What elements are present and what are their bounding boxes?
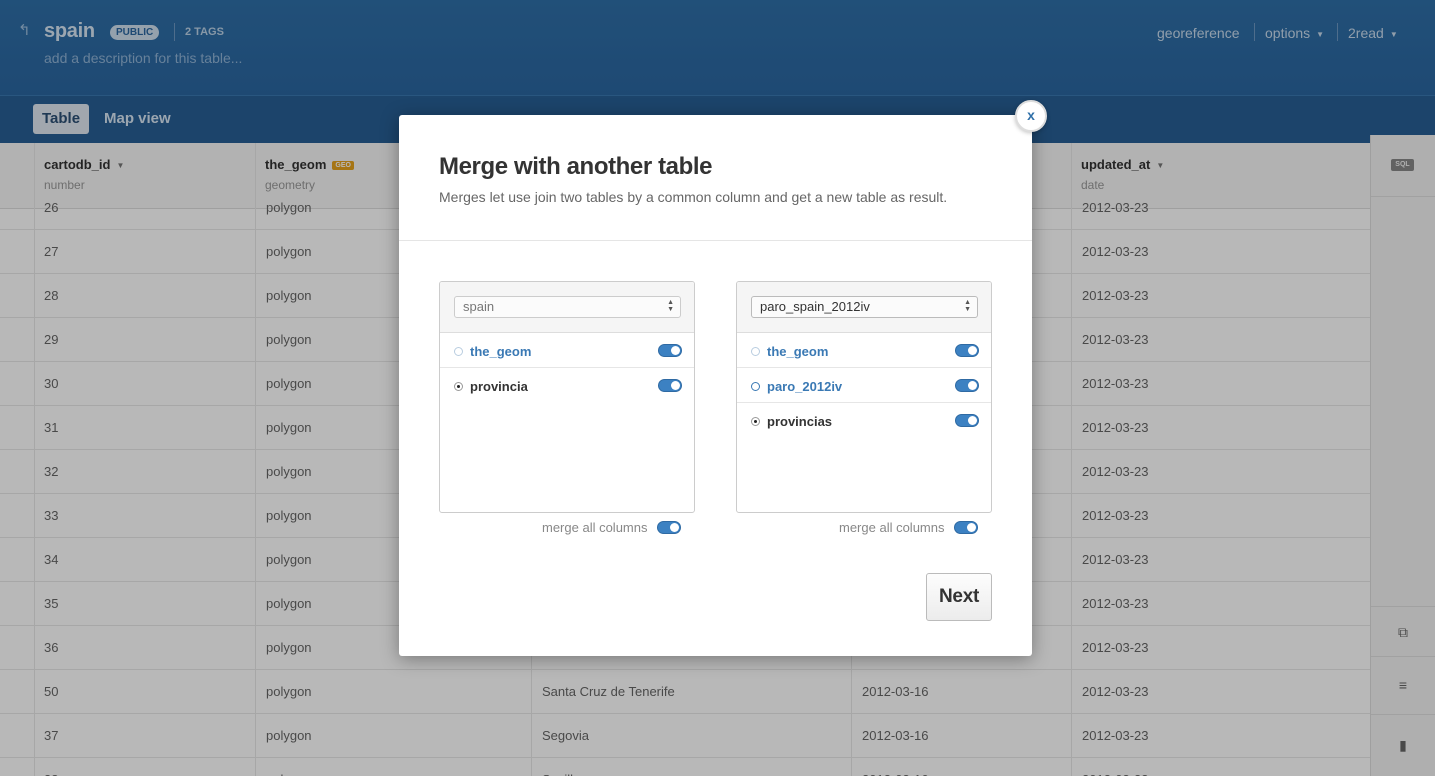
select-arrows-icon: ▲ ▼ <box>964 299 971 313</box>
column-toggle[interactable] <box>955 414 979 427</box>
column-name: provincias <box>767 414 833 429</box>
next-button[interactable]: Next <box>926 573 992 621</box>
column-row[interactable]: the_geom <box>737 333 991 368</box>
selected-table-label: paro_spain_2012iv <box>760 299 870 314</box>
left-table-panel: spain ▲ ▼ the_geom provincia <box>439 281 695 513</box>
merge-all-columns-label: merge all columns <box>839 520 945 535</box>
merge-all-columns-label: merge all columns <box>542 520 648 535</box>
dialog-title: Merge with another table <box>439 153 713 180</box>
close-dialog-button[interactable]: x <box>1015 100 1047 132</box>
column-toggle[interactable] <box>955 344 979 357</box>
right-table-panel: paro_spain_2012iv ▲ ▼ the_geom paro_2012i… <box>736 281 992 513</box>
column-name: the_geom <box>470 344 532 359</box>
right-table-select[interactable]: paro_spain_2012iv ▲ ▼ <box>751 296 978 318</box>
column-row[interactable]: provincias <box>737 403 991 438</box>
dialog-subtitle: Merges let use join two tables by a comm… <box>439 189 948 205</box>
column-radio[interactable] <box>454 347 463 356</box>
column-radio[interactable] <box>751 347 760 356</box>
merge-tables-dialog: Merge with another table Merges let use … <box>399 115 1032 656</box>
column-row[interactable]: provincia <box>440 368 694 403</box>
dialog-divider <box>399 240 1032 241</box>
merge-all-columns-toggle-left[interactable] <box>657 521 681 534</box>
column-row[interactable]: the_geom <box>440 333 694 368</box>
merge-all-columns-toggle-right[interactable] <box>954 521 978 534</box>
column-toggle[interactable] <box>955 379 979 392</box>
column-name: the_geom <box>767 344 829 359</box>
select-arrows-icon: ▲ ▼ <box>667 299 674 313</box>
left-table-select[interactable]: spain ▲ ▼ <box>454 296 681 318</box>
column-row[interactable]: paro_2012iv <box>737 368 991 403</box>
column-toggle[interactable] <box>658 379 682 392</box>
column-name: paro_2012iv <box>767 379 843 394</box>
column-toggle[interactable] <box>658 344 682 357</box>
panel-header: paro_spain_2012iv ▲ ▼ <box>737 282 991 333</box>
panel-header: spain ▲ ▼ <box>440 282 694 333</box>
selected-table-label: spain <box>463 299 495 314</box>
column-radio[interactable] <box>751 382 760 391</box>
column-radio[interactable] <box>751 417 760 426</box>
column-name: provincia <box>470 379 528 394</box>
column-radio[interactable] <box>454 382 463 391</box>
